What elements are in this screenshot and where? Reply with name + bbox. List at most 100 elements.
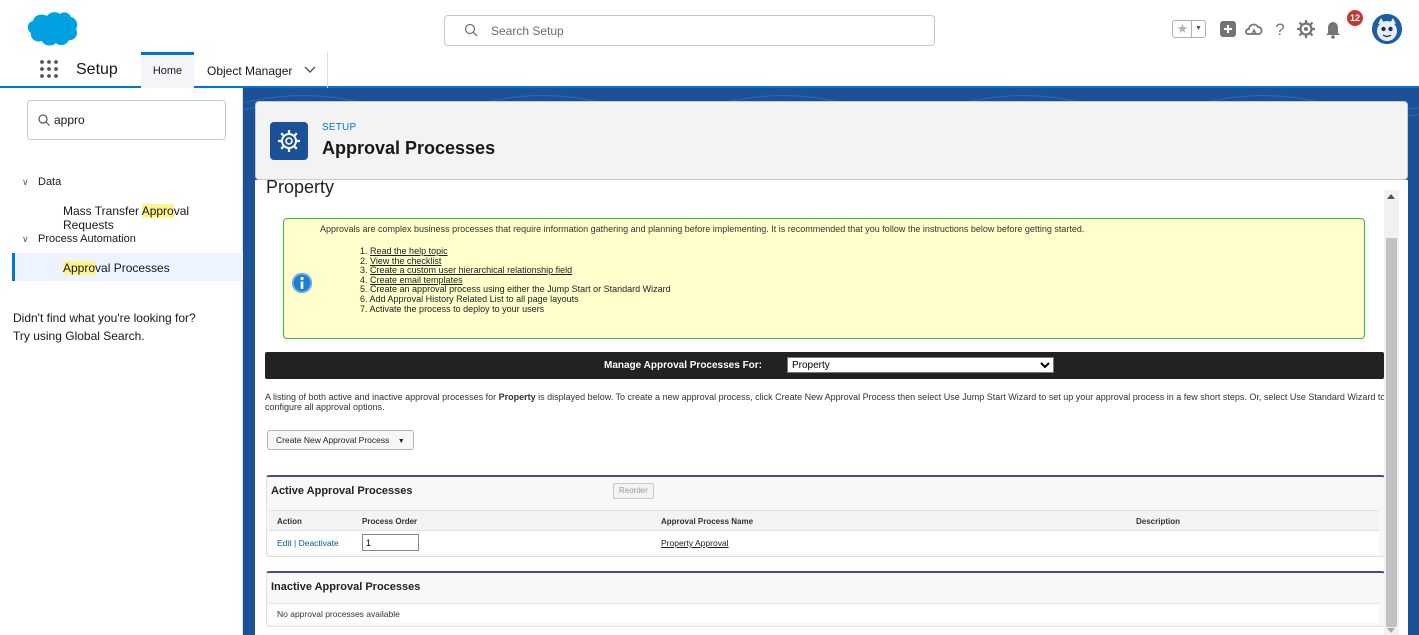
svg-text:?: ?: [1275, 20, 1284, 39]
favorites-star-icon[interactable]: ★: [1174, 21, 1191, 37]
step-number: 3.: [360, 265, 368, 276]
create-new-approval-process-button[interactable]: Create New Approval Process ▼: [267, 430, 414, 450]
instruction-step: 7. Activate the process to deploy to you…: [360, 303, 671, 315]
reorder-button[interactable]: Reorder: [613, 483, 654, 499]
step-number: 1.: [360, 246, 368, 256]
step-text: Add Approval History Related List to all…: [369, 293, 579, 304]
sidebar-help-text: Didn't find what you're looking for? Try…: [13, 309, 233, 345]
step-link[interactable]: View the checklist: [370, 256, 441, 266]
tree-node-process-automation[interactable]: ∨ Process Automation: [22, 233, 136, 245]
step-number: 5.: [360, 284, 368, 295]
chevron-down-icon: ∨: [22, 234, 29, 244]
leaf-label-post: val Processes: [95, 261, 170, 275]
column-header-process-name: Approval Process Name: [661, 517, 754, 526]
step-number: 2.: [360, 255, 368, 266]
info-intro: Approvals are complex business processes…: [320, 224, 1085, 234]
help-line-2: Try using Global Search.: [13, 329, 145, 343]
manage-label: Manage Approval Processes For:: [604, 360, 763, 371]
tab-object-manager[interactable]: Object Manager: [199, 52, 328, 88]
panel-title: Inactive Approval Processes: [271, 581, 421, 593]
row-actions: Edit | Deactivate: [277, 538, 339, 548]
leaf-label-highlight: Appro: [63, 261, 96, 275]
setup-gear-icon[interactable]: [1295, 18, 1317, 40]
tree-node-data[interactable]: ∨ Data: [22, 176, 61, 188]
search-input[interactable]: [491, 21, 911, 41]
page-header: SETUP Approval Processes: [255, 101, 1408, 180]
step-number: 6.: [360, 293, 368, 304]
global-actions-icon[interactable]: [1217, 18, 1239, 40]
scrollbar-thumb[interactable]: [1386, 238, 1397, 627]
tree-leaf-mass-transfer-approval-requests[interactable]: Mass Transfer Approval Requests: [63, 204, 242, 232]
salesforce-cloud-icon[interactable]: [26, 10, 78, 48]
tree-node-label: Data: [38, 176, 62, 188]
scroll-up-arrow-icon[interactable]: [1387, 194, 1395, 199]
global-header: ★ ▼ ? 12: [0, 0, 1419, 52]
favorites-group: ★ ▼: [1172, 20, 1206, 38]
table-header: Action Process Order Approval Process Na…: [269, 510, 1379, 530]
setup-gear-icon: [278, 130, 300, 152]
dropdown-arrow-icon: ▼: [397, 438, 405, 445]
step-text: Create an approval process using either …: [370, 284, 671, 295]
tab-home[interactable]: Home: [141, 52, 194, 88]
process-name-link[interactable]: Property Approval: [661, 538, 729, 548]
step-number: 4.: [360, 274, 368, 285]
create-button-label: Create New Approval Process: [276, 435, 390, 445]
step-number: 7.: [360, 303, 368, 314]
column-header-action: Action: [277, 517, 302, 526]
avatar[interactable]: [1372, 14, 1402, 44]
quick-find-input[interactable]: [54, 111, 214, 129]
quick-find[interactable]: [27, 100, 226, 140]
process-order-input[interactable]: [362, 534, 419, 551]
scrollbar[interactable]: [1384, 190, 1399, 635]
edit-link[interactable]: Edit: [277, 538, 292, 548]
listing-desc-pre: A listing of both active and inactive ap…: [265, 392, 499, 402]
help-icon[interactable]: ?: [1269, 18, 1291, 40]
trailhead-icon[interactable]: [1243, 18, 1265, 40]
listing-desc-object: Property: [498, 392, 536, 402]
help-line-1: Didn't find what you're looking for?: [13, 311, 196, 325]
active-approval-processes-panel: Active Approval Processes Reorder Action…: [266, 475, 1385, 557]
search-icon: [38, 114, 50, 126]
instruction-steps: 1. Read the help topic 2. View the checkl…: [360, 246, 671, 315]
setup-sidebar: ∨ Data Mass Transfer Approval Requests ∨ P…: [0, 88, 243, 635]
step-link[interactable]: Create a custom user hierarchical relati…: [370, 265, 572, 275]
object-title: Property: [266, 180, 335, 197]
chevron-down-icon[interactable]: [304, 65, 316, 75]
notifications-bell-icon[interactable]: [1322, 18, 1344, 40]
panel-title: Active Approval Processes: [271, 485, 413, 497]
search-setup[interactable]: [444, 15, 935, 46]
leaf-label-pre: Mass Transfer: [63, 204, 142, 218]
empty-state-row: No approval processes available: [269, 603, 1379, 623]
manage-approval-bar: Manage Approval Processes For: Property: [265, 352, 1384, 379]
object-select[interactable]: Property: [787, 357, 1054, 373]
avatar-icon: [1372, 14, 1402, 44]
info-box: Approvals are complex business processes…: [283, 218, 1365, 339]
tree-leaf-approval-processes[interactable]: Approval Processes: [63, 261, 170, 275]
step-link[interactable]: Read the help topic: [370, 246, 448, 256]
table-row: Edit | Deactivate Property Approval: [269, 530, 1379, 554]
search-icon: [464, 23, 478, 37]
action-separator: |: [291, 538, 299, 548]
notification-count-badge: 12: [1347, 10, 1363, 26]
info-icon: [292, 273, 312, 293]
tab-object-manager-label: Object Manager: [207, 64, 293, 78]
inactive-approval-processes-panel: Inactive Approval Processes No approval …: [266, 571, 1385, 627]
empty-state-text: No approval processes available: [277, 609, 400, 619]
favorites-dropdown-icon[interactable]: ▼: [1191, 21, 1205, 37]
scroll-down-arrow-icon[interactable]: [1387, 628, 1395, 633]
listing-description: A listing of both active and inactive ap…: [265, 392, 1390, 412]
leaf-label-highlight: Appro: [141, 204, 174, 218]
page-eyebrow: SETUP: [322, 122, 357, 133]
page-header-icon-box: [270, 122, 308, 160]
context-bar: Setup Home Object Manager: [0, 52, 1419, 88]
step-text: Activate the process to deploy to your u…: [369, 303, 545, 314]
column-header-process-order: Process Order: [362, 517, 418, 526]
content-frame: Property Approvals are complex business …: [255, 180, 1408, 635]
step-link[interactable]: Create email templates: [370, 275, 463, 285]
app-launcher-icon[interactable]: [38, 58, 60, 80]
chevron-down-icon: ∨: [22, 177, 29, 187]
tree-node-label: Process Automation: [38, 233, 136, 245]
column-header-description: Description: [1136, 517, 1181, 526]
deactivate-link[interactable]: Deactivate: [299, 538, 339, 548]
app-name: Setup: [76, 61, 118, 78]
